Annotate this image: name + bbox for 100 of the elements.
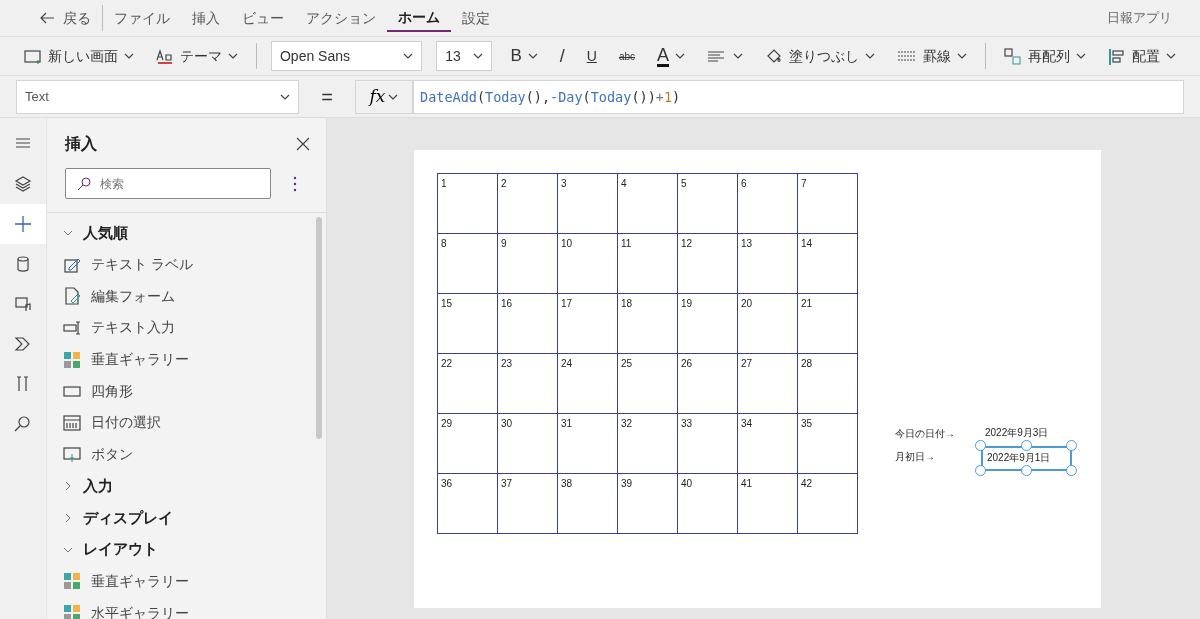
font-color-button[interactable]: A (653, 43, 690, 69)
menu-tab[interactable]: アクション (295, 5, 387, 31)
calendar-cell: 4 (618, 174, 678, 234)
calendar-cell: 35 (798, 414, 858, 474)
search-field[interactable]: 検索 (65, 168, 271, 199)
resize-handle[interactable] (1020, 440, 1032, 451)
calendar-cell: 31 (558, 414, 618, 474)
chevron-down-icon (280, 94, 290, 100)
squares-icon (1004, 47, 1022, 66)
chevron-down-icon (388, 94, 399, 100)
chevron-down-icon (957, 53, 968, 59)
form-control-icon (63, 287, 81, 306)
calendar-cell: 40 (678, 474, 738, 534)
control-item[interactable]: 四角形 (47, 375, 316, 408)
theme-button[interactable]: テーマ (152, 43, 242, 69)
chevron-down-icon (675, 53, 686, 59)
insert-button[interactable] (0, 204, 46, 244)
font-size-select[interactable]: 13 (436, 41, 493, 71)
category-header[interactable]: ディスプレイ (47, 502, 316, 534)
calendar-cell: 25 (618, 354, 678, 414)
calendar-cell: 19 (678, 294, 738, 354)
border-button[interactable]: 罫線 (893, 43, 972, 69)
font-select[interactable]: Open Sans (270, 41, 423, 71)
calendar-cell: 10 (558, 234, 618, 294)
gallery-control-icon (63, 604, 81, 619)
back-button[interactable]: 戻る (28, 5, 102, 31)
calendar-cell: 24 (558, 354, 618, 414)
button-control-icon (63, 445, 81, 464)
chevrons-icon (14, 335, 32, 353)
calendar-cell: 34 (738, 414, 798, 474)
menu-tab[interactable]: ビュー (231, 5, 295, 31)
search-icon (77, 177, 91, 191)
new-screen-icon (24, 48, 42, 65)
calendar-cell: 18 (618, 294, 678, 354)
field-caption: 今日の日付→ (895, 427, 955, 441)
resize-handle[interactable] (1066, 465, 1077, 476)
menu-tab[interactable]: 設定 (451, 5, 501, 31)
theme-icon (156, 48, 174, 65)
calendar-cell: 12 (678, 234, 738, 294)
close-button[interactable] (296, 137, 310, 151)
control-item[interactable]: テキスト入力 (47, 312, 316, 344)
bold-button[interactable]: B (506, 41, 542, 71)
calendar-cell: 26 (678, 354, 738, 414)
calendar-cell: 14 (798, 234, 858, 294)
calendar-cell: 32 (618, 414, 678, 474)
resize-handle[interactable] (975, 465, 986, 476)
control-item[interactable]: テキスト ラベル (47, 248, 316, 281)
calendar-cell: 5 (678, 174, 738, 234)
align-objects-button[interactable]: 配置 (1104, 43, 1180, 69)
category-header[interactable]: 入力 (47, 470, 316, 503)
equals-sign: = (320, 85, 334, 110)
category-header[interactable]: 人気順 (47, 217, 316, 249)
date-label[interactable]: 2022年9月3日 (981, 423, 1053, 442)
search-icon (14, 415, 32, 433)
control-item[interactable]: 垂直ギャラリー (47, 343, 316, 376)
chevron-down-icon (733, 53, 744, 59)
control-item[interactable]: 編集フォーム (47, 280, 316, 313)
menu-tab[interactable]: ファイル (103, 5, 181, 31)
control-item[interactable]: 水平ギャラリー (47, 597, 316, 619)
back-arrow-icon (39, 12, 55, 24)
calendar-cell: 21 (798, 294, 858, 354)
formula-input[interactable]: DateAdd(Today(),-Day(Today())+1) (413, 80, 1184, 114)
chevron-down-icon (865, 53, 876, 59)
app-name: 日報アプリ (1107, 9, 1172, 28)
calendar-cell: 9 (498, 234, 558, 294)
layers-icon (14, 175, 32, 193)
calendar-cell: 22 (438, 354, 498, 414)
reorder-button[interactable]: 再配列 (1000, 43, 1090, 69)
strikethrough-button[interactable]: abc (614, 46, 640, 66)
panel-title: 挿入 (65, 134, 97, 154)
menu-tab[interactable]: 挿入 (181, 5, 231, 31)
scrollbar[interactable] (316, 217, 322, 439)
resize-handle[interactable] (1020, 465, 1032, 476)
resize-handle[interactable] (1066, 440, 1077, 451)
plus-icon (14, 215, 32, 233)
chevron-down-icon (473, 53, 484, 59)
property-select[interactable]: Text (16, 80, 299, 114)
underline-button[interactable]: U (582, 43, 601, 69)
gallery-control-icon (63, 350, 81, 369)
calendar-cell: 39 (618, 474, 678, 534)
menu-tab[interactable]: ホーム (387, 4, 451, 32)
category-header[interactable]: レイアウト (47, 533, 316, 566)
resize-handle[interactable] (975, 440, 986, 451)
new-screen-button[interactable]: 新しい画面 (20, 43, 138, 69)
control-item[interactable]: 日付の選択 (47, 407, 316, 439)
date-control-icon (63, 413, 81, 432)
control-item[interactable]: 垂直ギャラリー (47, 565, 316, 598)
input-control-icon (63, 318, 81, 337)
chevron-right-icon (63, 481, 73, 492)
control-item[interactable]: ボタン (47, 438, 316, 471)
fill-button[interactable]: 塗りつぶし (761, 43, 880, 69)
function-button[interactable]: fx (355, 80, 413, 114)
calendar-cell: 33 (678, 414, 738, 474)
calendar-cell: 8 (438, 234, 498, 294)
align-left-icon (1108, 47, 1126, 66)
calendar-cell: 11 (618, 234, 678, 294)
calendar-cell: 36 (438, 474, 498, 534)
italic-button[interactable]: / (555, 40, 569, 72)
calendar-cell: 27 (738, 354, 798, 414)
calendar-cell: 3 (558, 174, 618, 234)
